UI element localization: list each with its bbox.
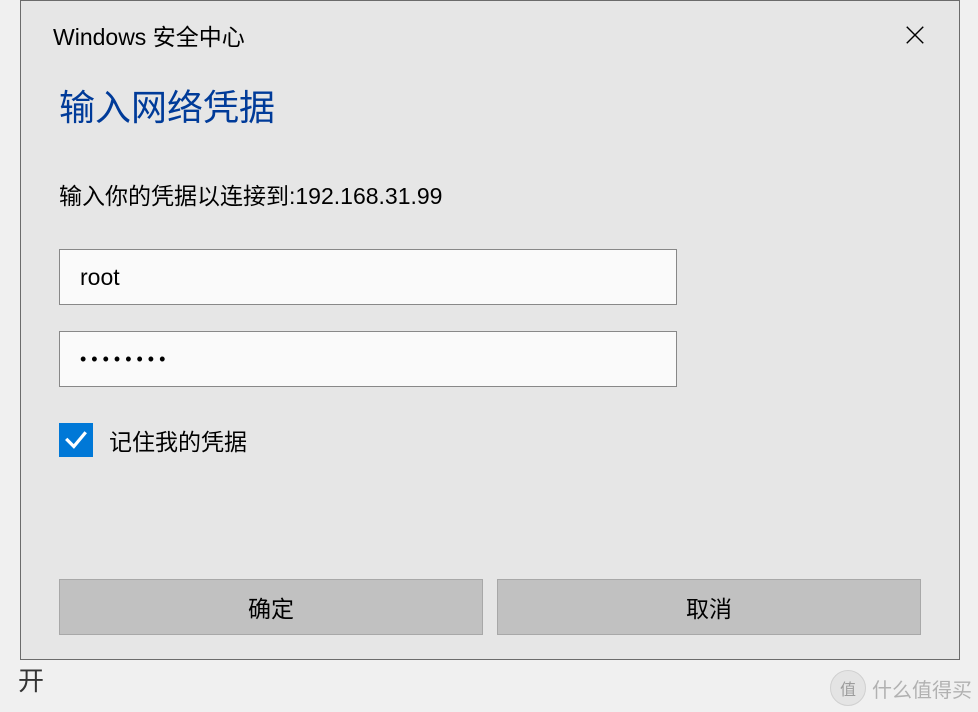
close-button[interactable]	[895, 15, 935, 55]
title-bar: Windows 安全中心	[21, 1, 959, 63]
dialog-heading: 输入网络凭据	[21, 63, 959, 141]
button-row: 确定 取消	[59, 579, 921, 635]
remember-checkbox[interactable]	[59, 423, 93, 457]
watermark-badge-icon: 值	[830, 670, 866, 706]
watermark-text: 什么值得买	[872, 674, 972, 703]
credentials-form	[21, 221, 959, 387]
close-icon	[904, 24, 926, 46]
watermark: 值 什么值得买	[830, 670, 972, 706]
remember-checkbox-row: 记住我的凭据	[21, 413, 959, 457]
instruction-text: 输入你的凭据以连接到:192.168.31.99	[21, 141, 959, 221]
cancel-button[interactable]: 取消	[497, 579, 921, 635]
username-input[interactable]	[59, 249, 677, 305]
ok-button[interactable]: 确定	[59, 579, 483, 635]
credentials-dialog: Windows 安全中心 输入网络凭据 输入你的凭据以连接到:192.168.3…	[20, 0, 960, 660]
window-title: Windows 安全中心	[53, 18, 245, 52]
background-text-fragment: 开	[18, 661, 44, 698]
remember-label: 记住我的凭据	[109, 423, 247, 457]
password-input[interactable]	[59, 331, 677, 387]
checkmark-icon	[63, 427, 89, 453]
